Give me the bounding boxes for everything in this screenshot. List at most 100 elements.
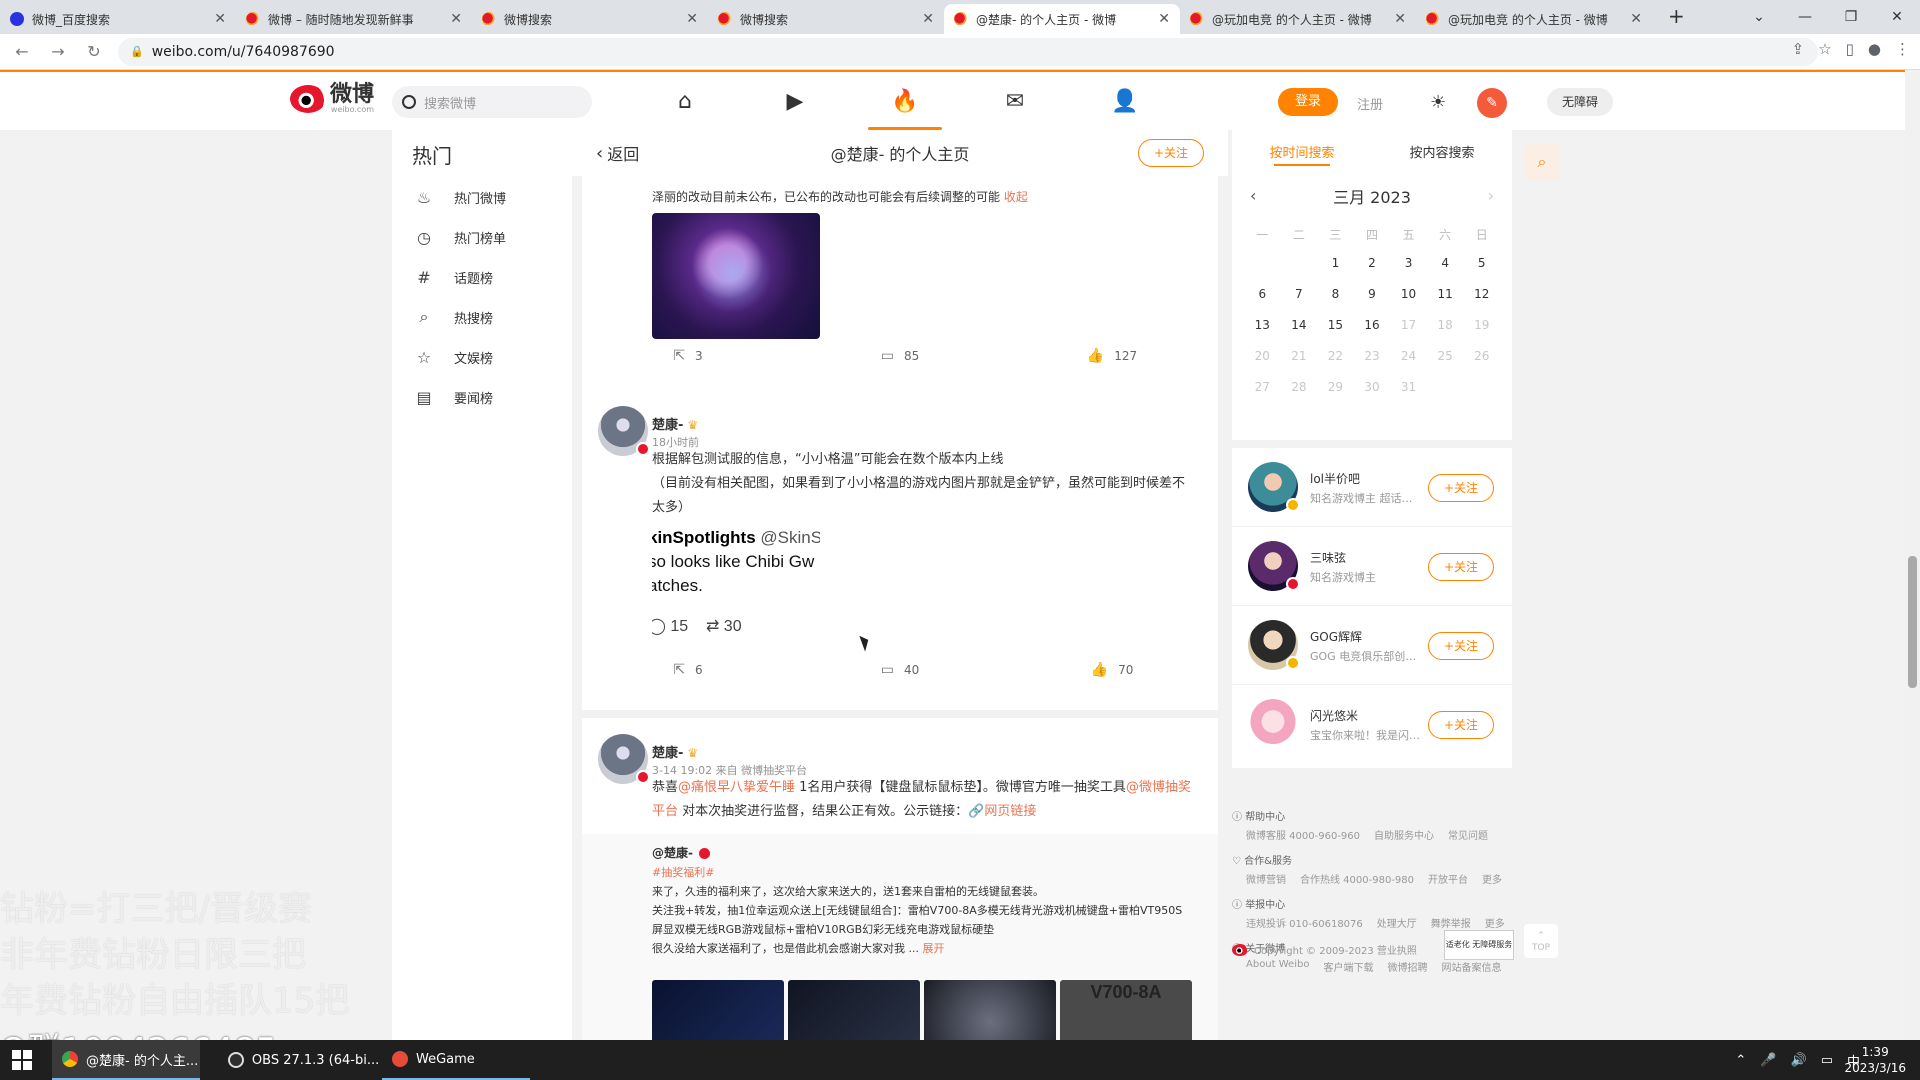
recommended-user-name[interactable]: 三味弦	[1310, 549, 1346, 566]
close-tab-icon[interactable]: ✕	[1158, 11, 1170, 27]
taskbar-app-wegame[interactable]: WeGame	[382, 1040, 530, 1080]
calendar-day[interactable]: 4	[1427, 248, 1464, 279]
footer-link[interactable]: 处理大厅	[1377, 915, 1417, 930]
like-button[interactable]: 👍 70	[1006, 652, 1218, 688]
recommended-user-name[interactable]: GOG辉辉	[1310, 628, 1362, 645]
calendar-day[interactable]: 1	[1317, 248, 1354, 279]
taskbar-clock[interactable]: 1:39 2023/3/16	[1844, 1044, 1906, 1076]
back-button[interactable]: ‹ 返回	[596, 141, 639, 165]
calendar-day[interactable]: 9	[1354, 279, 1391, 310]
help-center-heading[interactable]: ⓘ 帮助中心	[1232, 808, 1512, 823]
browser-tab[interactable]: 微博搜索 ✕	[708, 4, 944, 34]
follow-button[interactable]: +关注	[1428, 711, 1494, 739]
profile-icon[interactable]: ●	[1868, 40, 1881, 58]
repost-button[interactable]: ⇱ 3	[582, 338, 794, 374]
register-link[interactable]: 注册	[1357, 94, 1383, 113]
microphone-icon[interactable]: 🎤	[1760, 1053, 1776, 1068]
login-button[interactable]: 登录	[1278, 88, 1338, 116]
close-tab-icon[interactable]: ✕	[214, 11, 226, 27]
close-tab-icon[interactable]: ✕	[1394, 11, 1406, 27]
footer-link[interactable]: 客户端下载	[1323, 959, 1373, 974]
volume-icon[interactable]: 🔊	[1791, 1053, 1807, 1068]
follow-button[interactable]: +关注	[1428, 632, 1494, 660]
close-tab-icon[interactable]: ✕	[922, 11, 934, 27]
author-name[interactable]: 楚康- ♛	[652, 414, 698, 433]
calendar-day[interactable]: 11	[1427, 279, 1464, 310]
back-to-top-icon[interactable]: ⌃ TOP	[1524, 924, 1558, 958]
side-panel-icon[interactable]: ▯	[1846, 40, 1854, 58]
report-heading[interactable]: ⓘ 举报中心	[1232, 896, 1512, 911]
forward-arrow-icon[interactable]: →	[44, 42, 72, 61]
post-thumbnail[interactable]	[652, 980, 784, 1040]
theme-sun-icon[interactable]: ☀	[1430, 92, 1446, 113]
browser-tab[interactable]: @玩加电竞 的个人主页 - 微博 ✕	[1180, 4, 1416, 34]
expand-link[interactable]: 展开	[923, 942, 945, 955]
reposted-content[interactable]: @楚康- #抽奖福利# 来了，久违的福利来了，这次给大家来送大的，送1套来自雷柏…	[582, 834, 1218, 1040]
left-nav-item[interactable]: ♨ 热门微博	[392, 177, 572, 217]
lock-icon[interactable]: 🔒	[130, 45, 144, 58]
browser-tab[interactable]: @楚康- 的个人主页 - 微博 ✕	[944, 4, 1180, 34]
profile-user-icon[interactable]: 👤	[1070, 72, 1180, 130]
avatar[interactable]	[1248, 620, 1300, 670]
mention-link[interactable]: @痛恨早八挚爱午睡	[678, 780, 795, 795]
browser-tab[interactable]: 微博_百度搜索 ✕	[0, 4, 236, 34]
footer-link[interactable]: 微博客服 4000-960-960	[1246, 827, 1360, 842]
footer-link[interactable]: 合作热线 4000-980-980	[1300, 871, 1414, 886]
footer-link[interactable]: 开放平台	[1428, 871, 1468, 886]
embedded-tweet-image[interactable]: kinSpotlights @SkinS so looks like Chibi…	[652, 520, 820, 640]
close-tab-icon[interactable]: ✕	[1630, 11, 1642, 27]
weibo-search-box[interactable]: 搜索微博	[392, 86, 592, 118]
message-icon[interactable]: ✉	[960, 72, 1070, 130]
back-arrow-icon[interactable]: ←	[8, 42, 36, 61]
calendar-day[interactable]: 12	[1463, 279, 1500, 310]
post-thumbnail[interactable]: V700-8A	[1060, 980, 1192, 1040]
tab-search-icon[interactable]: ⌄	[1736, 9, 1782, 25]
network-icon[interactable]: ▭	[1821, 1053, 1833, 1068]
like-button[interactable]: 👍 127	[1006, 338, 1218, 374]
comment-button[interactable]: ▭ 85	[794, 338, 1006, 374]
url-field[interactable]: 🔒 weibo.com/u/7640987690	[118, 37, 1818, 66]
weibo-logo[interactable]: 微博 weibo.com	[290, 84, 374, 114]
bookmark-star-icon[interactable]: ☆	[1818, 40, 1831, 58]
hot-flame-icon[interactable]: 🔥	[850, 72, 960, 130]
footer-link[interactable]: 自助服务中心	[1374, 827, 1434, 842]
recommended-user-name[interactable]: 闪光悠米	[1310, 707, 1358, 724]
calendar-day[interactable]: 13	[1244, 310, 1281, 341]
footer-link[interactable]: 网站备案信息	[1441, 959, 1501, 974]
calendar-day[interactable]: 10	[1390, 279, 1427, 310]
menu-dots-icon[interactable]: ⋮	[1895, 40, 1910, 58]
new-tab-icon[interactable]: +	[1668, 4, 1685, 28]
close-window-button[interactable]: ✕	[1874, 9, 1920, 25]
footer-link[interactable]: 微博招聘	[1387, 959, 1427, 974]
avatar[interactable]	[1248, 541, 1300, 591]
avatar[interactable]	[598, 406, 650, 456]
browser-tab[interactable]: 微博搜索 ✕	[472, 4, 708, 34]
page-scrollbar[interactable]	[1905, 72, 1920, 1040]
close-tab-icon[interactable]: ✕	[450, 11, 462, 27]
tab-search-by-time[interactable]: 按时间搜索	[1232, 142, 1372, 166]
avatar[interactable]	[1248, 699, 1298, 749]
tray-expand-icon[interactable]: ⌃	[1735, 1053, 1746, 1068]
collapse-link[interactable]: 收起	[1004, 190, 1028, 204]
calendar-day[interactable]: 6	[1244, 279, 1281, 310]
windows-start-icon[interactable]	[12, 1050, 32, 1070]
post-thumbnail[interactable]	[788, 980, 920, 1040]
avatar[interactable]	[1248, 462, 1300, 512]
calendar-day[interactable]: 14	[1281, 310, 1318, 341]
left-nav-item[interactable]: ◷ 热门榜单	[392, 217, 572, 257]
side-search-icon[interactable]: ⌕	[1524, 144, 1560, 180]
footer-link[interactable]: 常见问题	[1448, 827, 1488, 842]
footer-link[interactable]: 违规投诉 010-60618076	[1246, 915, 1363, 930]
footer-link[interactable]: About Weibo	[1246, 959, 1309, 974]
post-thumbnail[interactable]	[924, 980, 1056, 1040]
follow-button[interactable]: +关注	[1138, 139, 1204, 167]
accessibility-button[interactable]: 无障碍	[1547, 88, 1613, 116]
hashtag-link[interactable]: #抽奖福利#	[652, 864, 714, 880]
browser-tab[interactable]: 微博 – 随时随地发现新鲜事 ✕	[236, 4, 472, 34]
calendar-day[interactable]: 3	[1390, 248, 1427, 279]
left-nav-item[interactable]: ☆ 文娱榜	[392, 337, 572, 377]
repost-button[interactable]: ⇱ 6	[582, 652, 794, 688]
avatar[interactable]	[598, 734, 650, 784]
footer-link[interactable]: 更多	[1485, 915, 1505, 930]
calendar-day[interactable]: 8	[1317, 279, 1354, 310]
